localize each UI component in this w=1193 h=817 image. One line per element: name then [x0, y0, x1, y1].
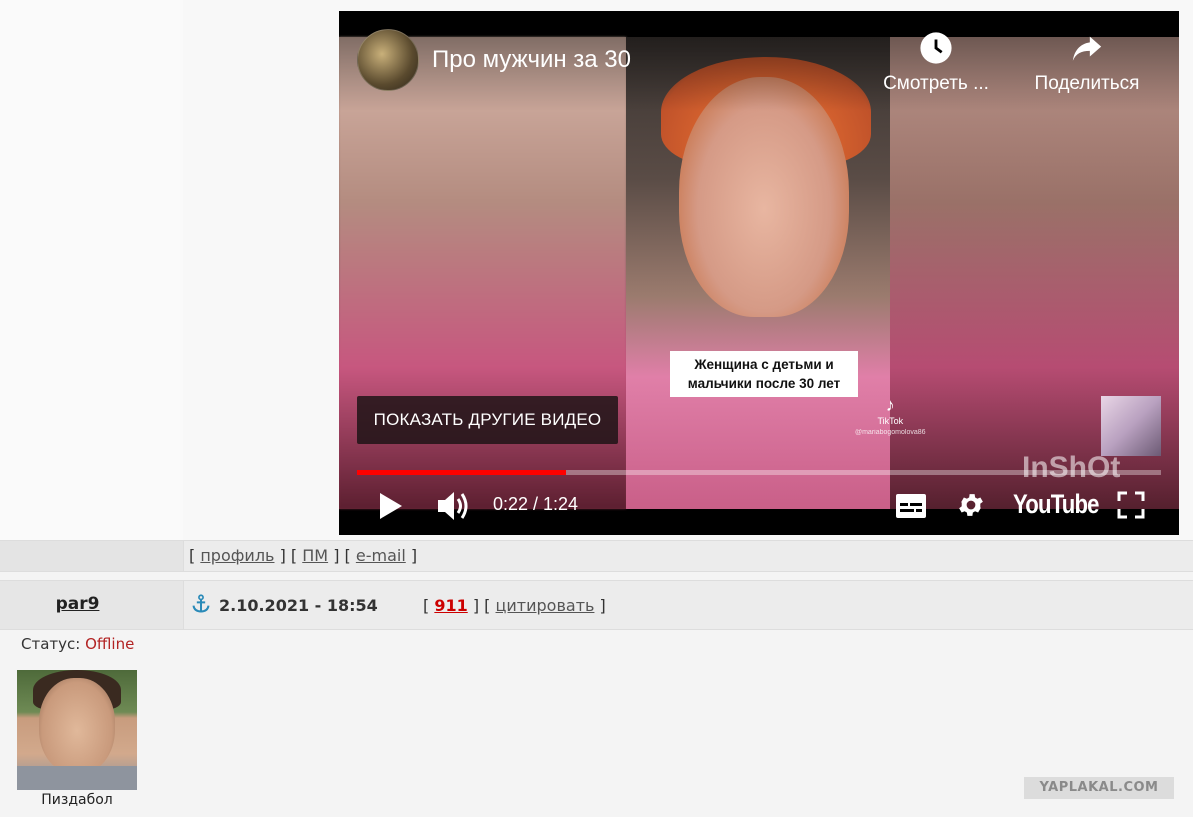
share-label: Поделиться	[1034, 73, 1140, 94]
profile-links-left-cell	[0, 541, 184, 571]
previous-post-sidebar	[0, 0, 183, 540]
play-icon[interactable]	[377, 491, 405, 521]
bracket-separator: ] [	[333, 546, 351, 565]
quote-link[interactable]: цитировать	[496, 596, 595, 615]
channel-avatar[interactable]	[357, 29, 419, 91]
player-controls: 0:22 / 1:24 YouTube	[339, 481, 1179, 535]
share-arrow-icon	[1072, 36, 1102, 61]
video-subject-face	[679, 77, 849, 317]
share-button[interactable]: Поделиться	[1027, 31, 1147, 95]
site-watermark: YAPLAKAL.COM	[1024, 777, 1174, 799]
video-title[interactable]: Про мужчин за 30	[432, 46, 631, 74]
user-status: Статус: Offline	[21, 635, 134, 653]
pm-link[interactable]: ПМ	[302, 546, 328, 565]
profile-links-row: [ профиль ] [ ПМ ] [ e-mail ]	[0, 540, 1193, 572]
bracket-open: [	[423, 596, 430, 615]
more-videos-button[interactable]: ПОКАЗАТЬ ДРУГИЕ ВИДЕО	[357, 396, 618, 444]
profile-link[interactable]: профиль	[200, 546, 274, 565]
post-date: 2.10.2021 - 18:54	[219, 596, 378, 615]
bracket-close: ]	[410, 546, 418, 565]
tiktok-handle: @mariabogomolova86	[855, 429, 926, 436]
post-header-row: par9 2.10.2021 - 18:54 [ 911 ] [ цитиров…	[0, 580, 1193, 630]
time-display: 0:22 / 1:24	[493, 494, 579, 514]
clock-icon	[920, 32, 952, 64]
subtitles-icon[interactable]	[895, 493, 927, 519]
tiktok-note-icon: ♪	[885, 395, 895, 415]
status-value: Offline	[85, 635, 135, 653]
avatar-shirt	[17, 766, 137, 790]
youtube-logo[interactable]: YouTube	[1013, 489, 1100, 520]
post-author-username[interactable]: par9	[0, 594, 155, 614]
watch-later-label: Смотреть ...	[883, 73, 989, 94]
video-caption: Женщина с детьми и мальчики после 30 лет	[670, 351, 858, 397]
post-meta: [ 911 ] [ цитировать ]	[423, 596, 606, 615]
bracket-close: ]	[599, 596, 606, 615]
channel-watermark-thumbnail[interactable]	[1101, 396, 1161, 456]
bracket-open: [	[189, 546, 196, 565]
user-rank: Пиздабол	[41, 792, 113, 808]
youtube-player[interactable]: Про мужчин за 30 Смотреть ... Поделиться…	[339, 11, 1179, 535]
bracket-separator: ] [	[279, 546, 298, 565]
status-label: Статус:	[21, 635, 81, 653]
profile-links: [ профиль ] [ ПМ ] [ e-mail ]	[189, 546, 417, 565]
inshot-watermark: InShOt	[1022, 451, 1121, 484]
email-link[interactable]: e-mail	[356, 546, 406, 565]
post-number-link[interactable]: 911	[434, 596, 467, 615]
anchor-icon[interactable]	[191, 594, 211, 614]
progress-fill	[357, 470, 567, 475]
avatar[interactable]	[17, 670, 137, 790]
post-author-cell: par9	[0, 581, 184, 629]
caption-line-1: Женщина с детьми и	[694, 357, 834, 372]
caption-line-2: мальчики после 30 лет	[687, 376, 841, 391]
avatar-head	[39, 678, 115, 774]
tiktok-label: TikTok	[877, 416, 904, 426]
watch-later-button[interactable]: Смотреть ...	[871, 31, 1001, 95]
bracket-separator: ] [	[472, 596, 491, 615]
progress-bar[interactable]	[357, 470, 1161, 475]
tiktok-watermark: ♪ TikTok @mariabogomolova86	[855, 395, 926, 436]
fullscreen-icon[interactable]	[1117, 491, 1145, 519]
gear-icon[interactable]	[956, 490, 986, 520]
volume-icon[interactable]	[436, 489, 472, 523]
